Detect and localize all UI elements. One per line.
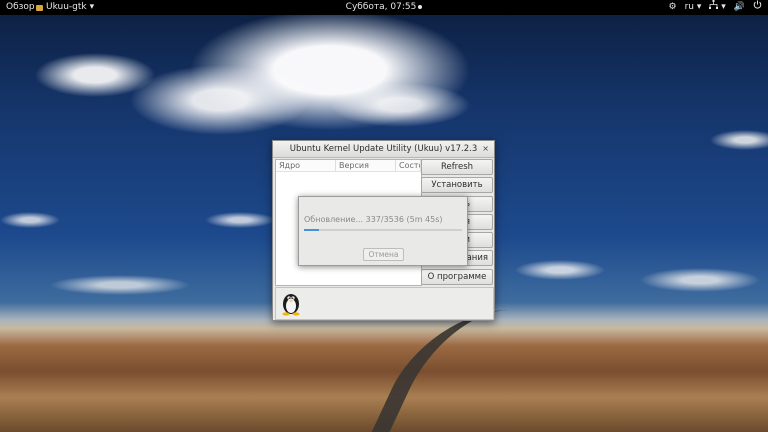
kernel-list-header: Ядро Версия Состо <box>276 160 421 172</box>
accessibility-icon[interactable]: ⚙ <box>668 0 676 15</box>
progress-message: Обновление... 337/3536 (5m 45s) <box>304 215 443 224</box>
progress-bar-fill <box>304 229 319 231</box>
about-button[interactable]: О программе <box>421 268 493 285</box>
app-menu[interactable]: Ukuu-gtk ▾ <box>36 0 94 15</box>
network-icon <box>709 0 719 9</box>
power-menu[interactable] <box>753 0 762 15</box>
notification-dot-icon <box>418 4 423 9</box>
status-area <box>275 287 494 320</box>
chevron-down-icon: ▾ <box>89 2 95 12</box>
progress-bar <box>304 229 462 231</box>
close-icon[interactable]: × <box>482 141 489 157</box>
volume-icon[interactable]: 🔊 <box>734 0 745 15</box>
tux-penguin-icon <box>282 294 300 316</box>
folder-icon <box>36 4 43 11</box>
top-bar: Обзор Ukuu-gtk ▾ Суббота, 07:55 ⚙ ru ▾ ▾… <box>0 0 768 15</box>
install-button[interactable]: Установить <box>421 177 493 194</box>
clock: Суббота, 07:55 <box>0 0 768 15</box>
window-title: Ubuntu Kernel Update Utility (Ukuu) v17.… <box>289 144 478 154</box>
chevron-down-icon: ▾ <box>696 2 702 12</box>
road-decoration <box>371 310 587 432</box>
language-selector[interactable]: ru ▾ <box>685 0 702 15</box>
refresh-button[interactable]: Refresh <box>421 159 493 175</box>
column-header-kernel[interactable]: Ядро <box>276 160 336 171</box>
cancel-button[interactable]: Отмена <box>363 248 404 261</box>
system-tray: ⚙ ru ▾ ▾ 🔊 <box>668 0 762 15</box>
column-header-status[interactable]: Состо <box>396 160 421 171</box>
activities-button[interactable]: Обзор <box>6 0 35 15</box>
column-header-version[interactable]: Версия <box>336 160 396 171</box>
chevron-down-icon: ▾ <box>721 2 726 12</box>
window-titlebar[interactable]: Ubuntu Kernel Update Utility (Ukuu) v17.… <box>273 141 494 158</box>
clock-button[interactable]: Суббота, 07:55 <box>346 2 423 12</box>
app-menu-label: Ukuu-gtk <box>46 2 87 12</box>
language-label: ru <box>684 2 694 12</box>
network-menu[interactable]: ▾ <box>709 0 726 15</box>
clock-label: Суббота, 07:55 <box>345 2 417 12</box>
update-progress-dialog: Обновление... 337/3536 (5m 45s) Отмена <box>298 196 468 266</box>
power-icon <box>753 0 762 9</box>
